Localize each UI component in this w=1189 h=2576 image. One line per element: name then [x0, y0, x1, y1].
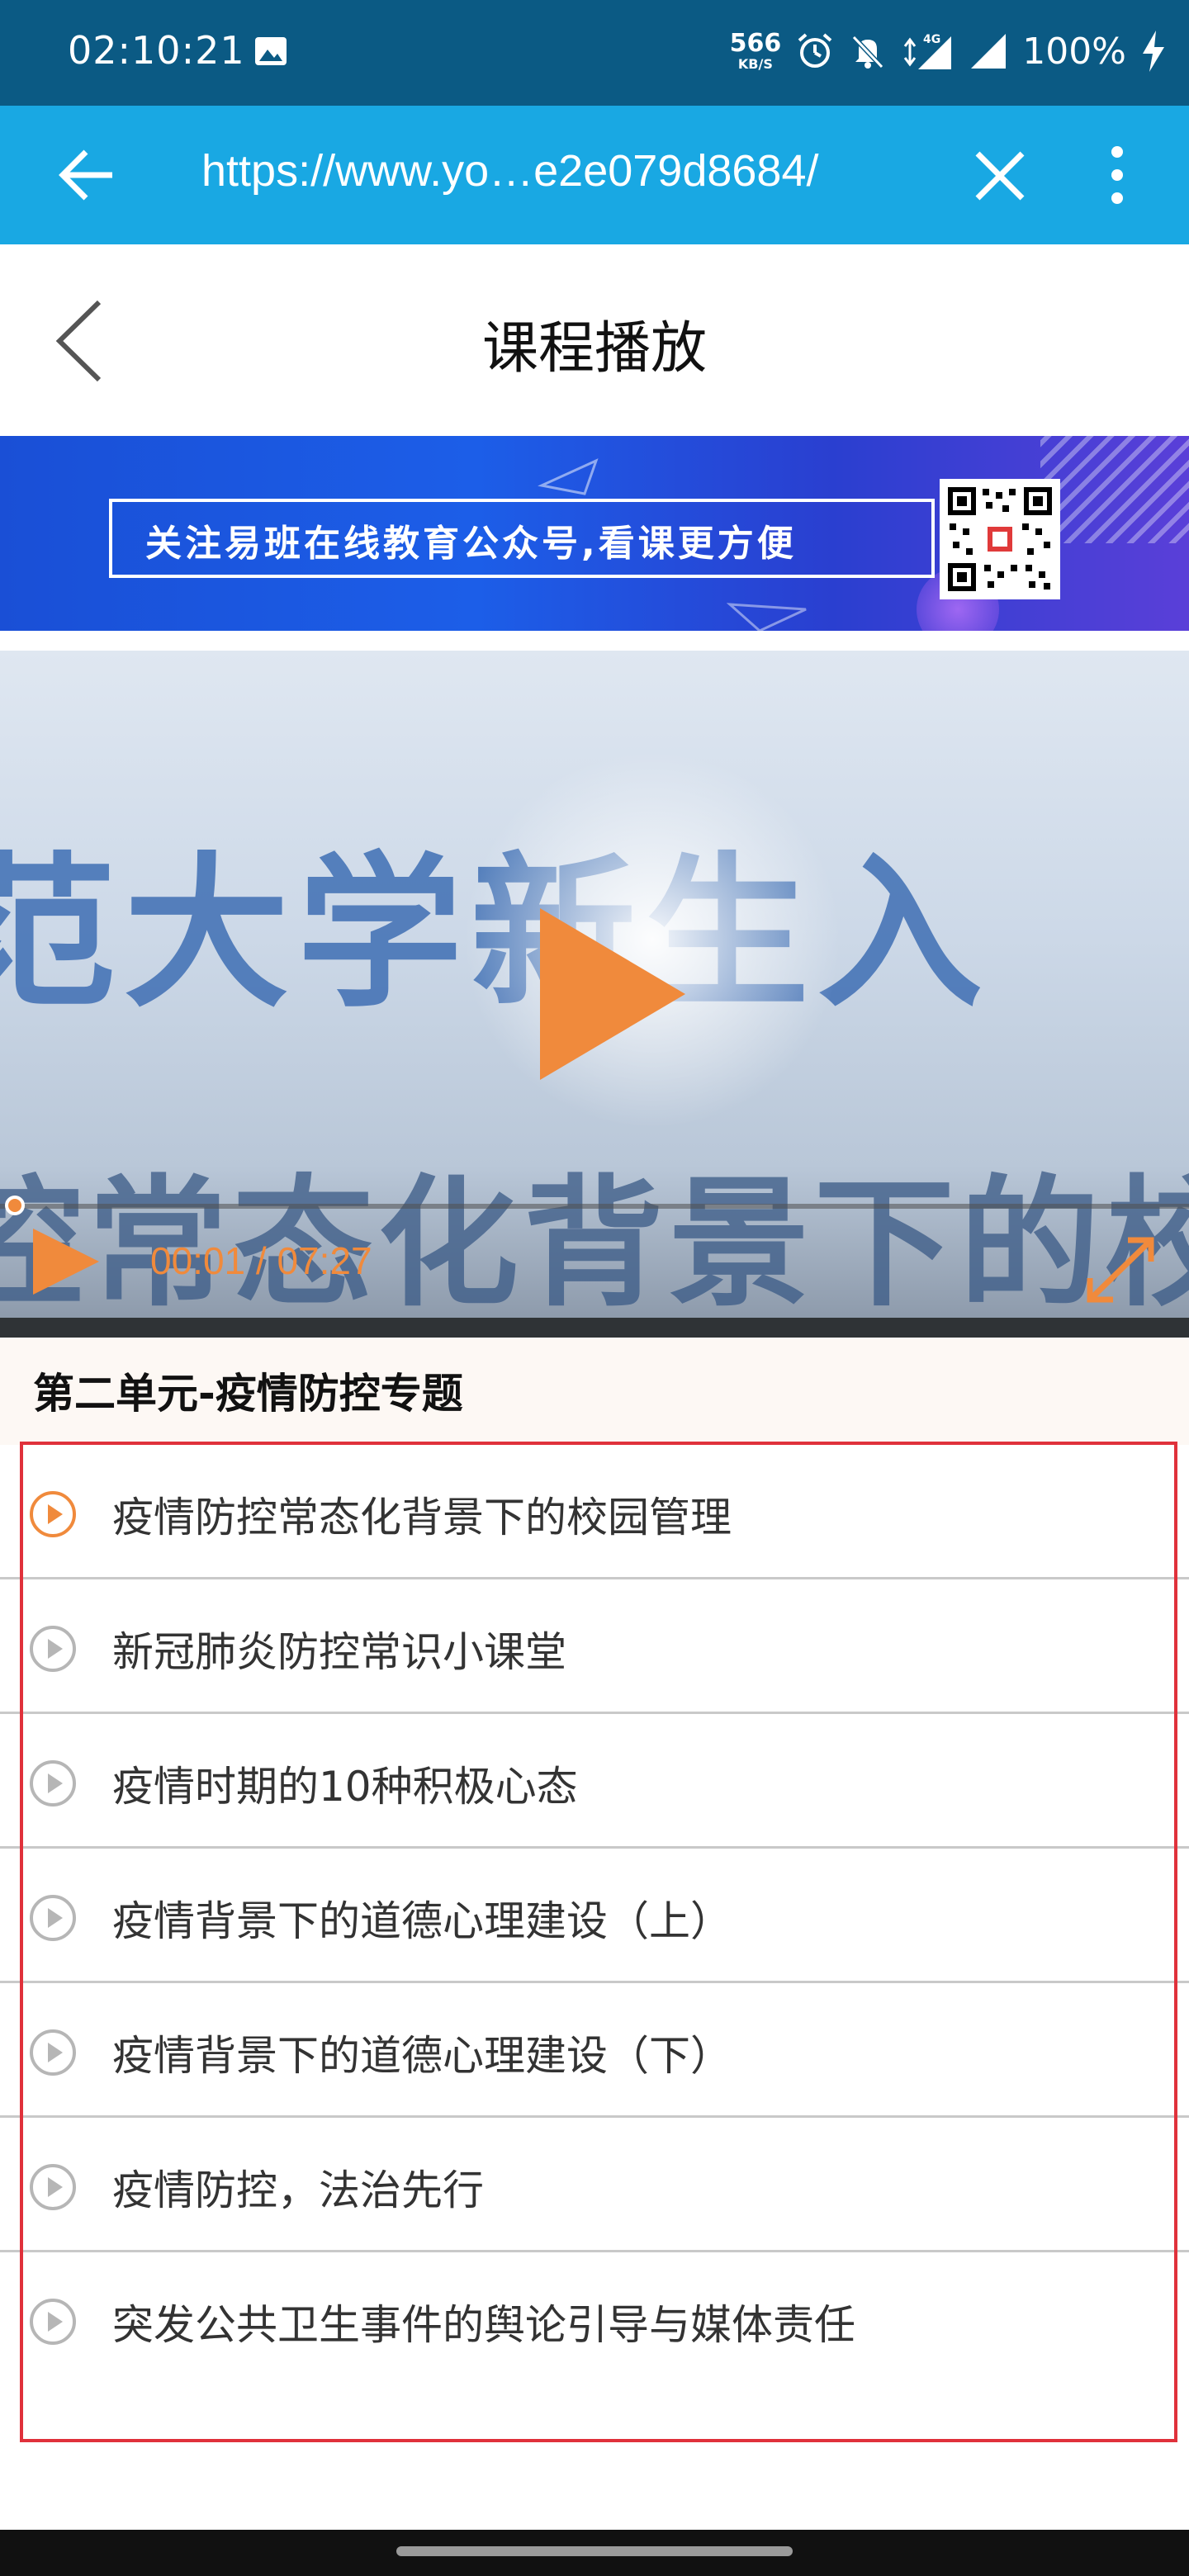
lesson-item[interactable]: 疫情背景下的道德心理建设（下） [0, 1983, 1189, 2118]
charging-icon [1143, 31, 1164, 72]
cellular-4g-icon: 4G [904, 33, 952, 69]
home-indicator[interactable] [396, 2546, 793, 2556]
more-vert-icon[interactable] [1105, 142, 1130, 208]
play-circle-icon [30, 1626, 76, 1672]
promo-banner[interactable]: 关注易班在线教育公众号,看课更方便 [0, 436, 1189, 631]
triangle-decoration-icon [727, 603, 807, 631]
close-icon[interactable] [973, 149, 1027, 203]
triangle-decoration-icon [538, 458, 599, 495]
battery-percent: 100% [1022, 30, 1126, 73]
lesson-item[interactable]: 疫情防控常态化背景下的校园管理 [0, 1445, 1189, 1579]
lesson-item[interactable]: 疫情背景下的道德心理建设（上） [0, 1849, 1189, 1983]
banner-stripes-decoration [1040, 436, 1189, 543]
small-play-icon[interactable] [33, 1229, 99, 1295]
lesson-item[interactable]: 新冠肺炎防控常识小课堂 [0, 1579, 1189, 1714]
net-speed-unit: KB/S [737, 56, 773, 72]
video-current-time: 00:01 [150, 1239, 246, 1282]
play-circle-icon [30, 2029, 76, 2076]
mute-notification-icon [852, 35, 884, 69]
net-speed: 566 KB/S [730, 31, 782, 71]
banner-text-box: 关注易班在线教育公众号,看课更方便 [109, 499, 935, 578]
video-time-separator: / [245, 1239, 277, 1282]
qr-code [940, 479, 1060, 599]
lesson-list: 疫情防控常态化背景下的校园管理 新冠肺炎防控常识小课堂 疫情时期的10种积极心态… [0, 1445, 1189, 2387]
fullscreen-icon[interactable] [1080, 1232, 1161, 1308]
video-frame-text-line2: 控常态化背景下的校 [0, 1163, 1189, 1326]
lesson-label: 疫情防控，法治先行 [112, 2166, 484, 2214]
play-circle-icon [30, 1491, 76, 1537]
net-speed-value: 566 [729, 29, 782, 58]
url-text[interactable]: https://www.yo…e2e079d8684/ [201, 145, 818, 197]
play-circle-icon [30, 1760, 76, 1807]
page-title: 课程播放 [481, 316, 707, 381]
image-notification-icon [255, 37, 287, 65]
video-progress-handle[interactable] [5, 1196, 25, 1215]
video-progress-bar[interactable] [0, 1204, 1189, 1209]
status-bar: 02:10:21 566 KB/S 4G 100% [0, 0, 1189, 106]
lesson-label: 疫情背景下的道德心理建设（上） [112, 1897, 732, 1945]
lesson-label: 突发公共卫生事件的舆论引导与媒体责任 [112, 2301, 855, 2349]
lesson-label: 疫情防控常态化背景下的校园管理 [112, 1494, 732, 1541]
video-time: 00:01 / 07:27 [150, 1238, 372, 1283]
video-bottom-bar [0, 1318, 1189, 1338]
play-circle-icon [30, 1895, 76, 1941]
status-icons: 566 KB/S 4G 100% [730, 25, 1166, 78]
qr-code-icon [946, 485, 1054, 593]
banner-text: 关注易班在线教育公众号,看课更方便 [145, 523, 797, 565]
signal-icon [971, 34, 1007, 69]
page-header: 课程播放 [0, 244, 1189, 436]
arrow-back-icon[interactable] [58, 147, 117, 203]
play-circle-icon [30, 2299, 76, 2345]
alarm-icon [798, 33, 832, 68]
lesson-item[interactable]: 突发公共卫生事件的舆论引导与媒体责任 [0, 2252, 1189, 2387]
video-duration: 07:27 [277, 1239, 372, 1282]
lesson-item[interactable]: 疫情时期的10种积极心态 [0, 1714, 1189, 1849]
video-player[interactable]: 范大学新生入 控常态化背景下的校 00:01 / 07:27 [0, 651, 1189, 1338]
lesson-label: 疫情时期的10种积极心态 [112, 1763, 578, 1811]
unit-header: 第二单元-疫情防控专题 [0, 1338, 1189, 1445]
browser-url-bar: https://www.yo…e2e079d8684/ [0, 106, 1189, 244]
unit-title: 第二单元-疫情防控专题 [33, 1370, 463, 1418]
status-time: 02:10:21 [68, 28, 245, 73]
play-circle-icon [30, 2164, 76, 2210]
lesson-label: 新冠肺炎防控常识小课堂 [112, 1628, 566, 1676]
lesson-label: 疫情背景下的道德心理建设（下） [112, 2032, 732, 2080]
play-icon[interactable] [540, 908, 685, 1080]
lesson-item[interactable]: 疫情防控，法治先行 [0, 2118, 1189, 2252]
network-label: 4G [923, 33, 940, 46]
